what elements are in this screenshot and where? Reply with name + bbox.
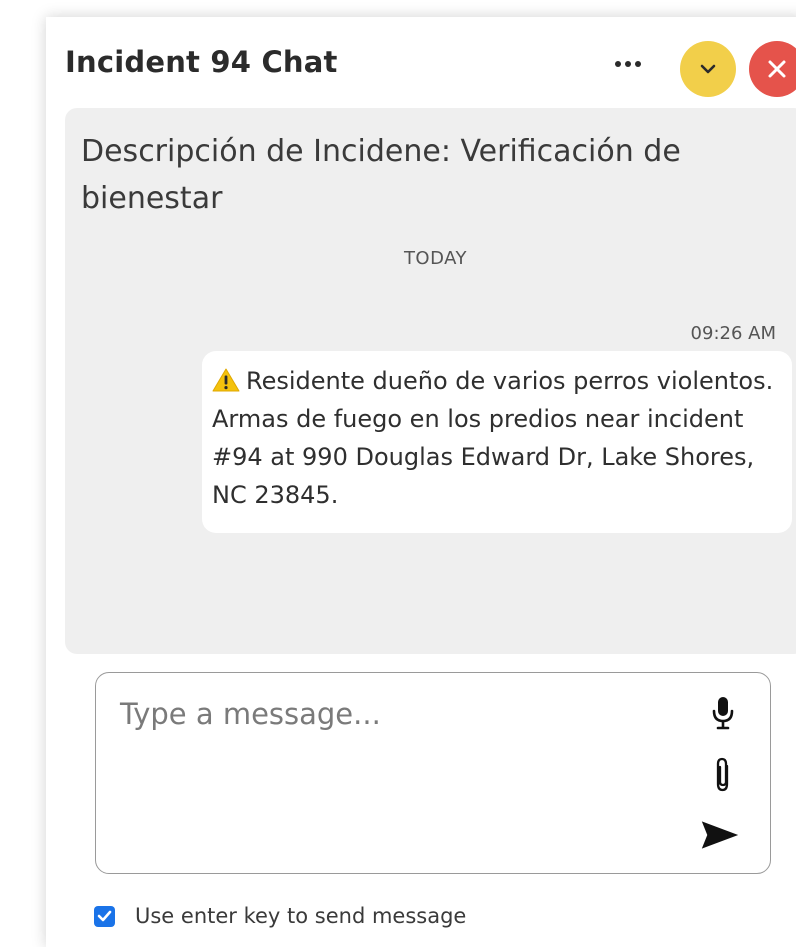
message-timestamp: 09:26 AM [690, 323, 776, 344]
warning-icon [212, 368, 240, 392]
chevron-down-icon [700, 64, 716, 74]
message-input[interactable] [118, 695, 682, 849]
microphone-button[interactable] [703, 693, 743, 733]
paperclip-icon [716, 757, 729, 792]
chat-header: Incident 94 Chat [46, 17, 796, 107]
message-bubble: Residente dueño de varios perros violent… [202, 351, 792, 533]
message-content: Residente dueño de varios perros violent… [212, 362, 787, 514]
close-icon [768, 60, 786, 78]
checkmark-icon [97, 910, 112, 922]
more-options-button[interactable] [606, 49, 650, 79]
send-icon [701, 821, 739, 849]
attach-button[interactable] [703, 755, 743, 795]
send-button[interactable] [700, 815, 740, 855]
minimize-button[interactable] [680, 41, 736, 97]
chat-window: Incident 94 Chat Descripción de Incidene… [46, 17, 796, 947]
enter-to-send-option: Use enter key to send message [94, 904, 466, 928]
incident-description: Descripción de Incidene: Verificación de… [81, 134, 681, 216]
message-composer [95, 672, 771, 874]
close-button[interactable] [749, 41, 796, 97]
enter-to-send-checkbox[interactable] [94, 905, 115, 927]
day-divider: TODAY [403, 248, 468, 269]
message-area[interactable]: Descripción de Incidene: Verificación de… [65, 108, 796, 654]
microphone-icon [712, 697, 734, 730]
ellipsis-icon [613, 61, 643, 67]
message-text: Residente dueño de varios perros violent… [212, 367, 774, 509]
chat-title: Incident 94 Chat [65, 45, 338, 79]
enter-to-send-label[interactable]: Use enter key to send message [135, 904, 466, 928]
